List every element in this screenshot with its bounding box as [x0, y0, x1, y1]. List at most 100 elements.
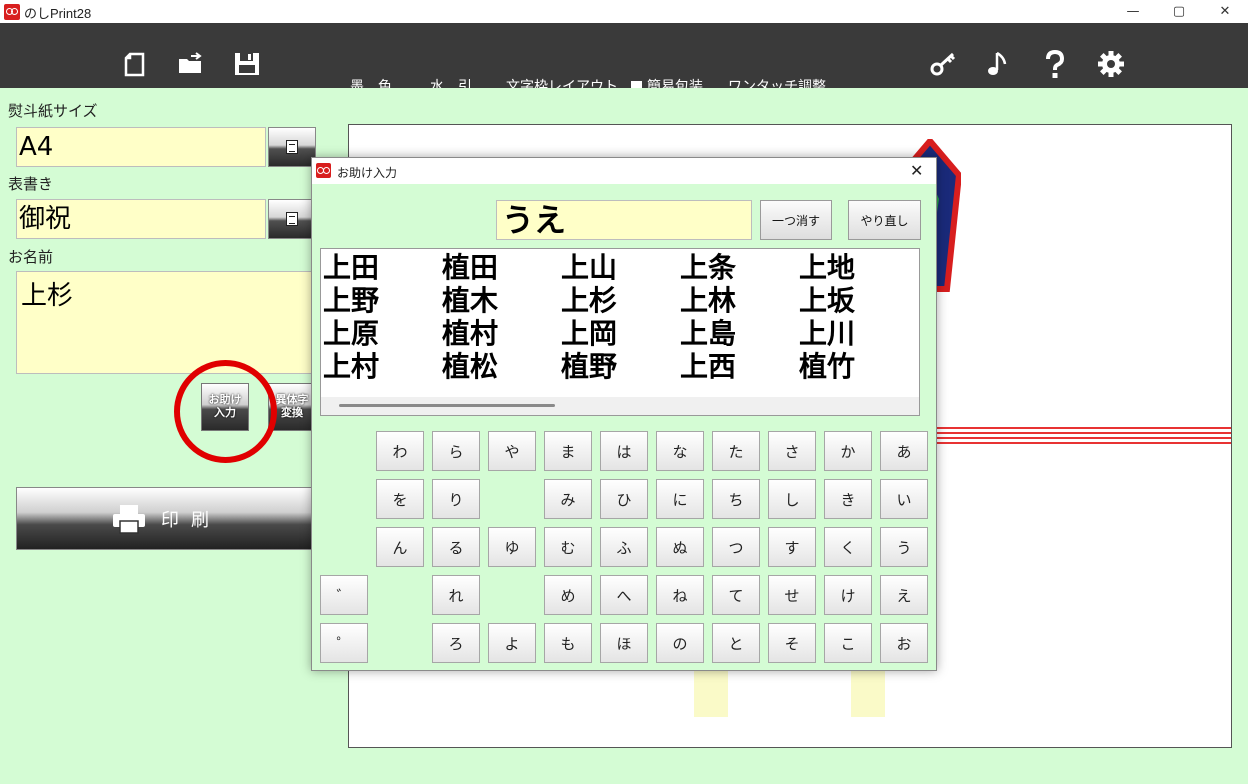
kana-key[interactable]: け [824, 575, 872, 615]
left-panel: 熨斗紙サイズ A4 表書き 御祝 お名前 上杉 お助け 入力 異体字 変換 印刷 [0, 88, 333, 784]
kana-key[interactable]: て [712, 575, 760, 615]
kana-key[interactable]: い [880, 479, 928, 519]
kana-key[interactable]: そ [768, 623, 816, 663]
kana-key[interactable]: よ [488, 623, 536, 663]
list-icon [286, 212, 298, 226]
candidate-word[interactable]: 植木 [442, 284, 561, 317]
kana-key[interactable]: ら [432, 431, 480, 471]
candidate-word[interactable]: 上地 [799, 251, 918, 284]
size-field[interactable]: A4 [16, 127, 266, 167]
kana-key[interactable]: え [880, 575, 928, 615]
kana-key[interactable]: ぬ [656, 527, 704, 567]
new-document-icon[interactable] [121, 49, 151, 79]
kana-key[interactable]: ろ [432, 623, 480, 663]
kana-key[interactable]: ひ [600, 479, 648, 519]
kana-key[interactable]: な [656, 431, 704, 471]
kana-key[interactable]: お [880, 623, 928, 663]
kana-key[interactable]: き [824, 479, 872, 519]
candidate-scrollbar[interactable] [321, 397, 919, 415]
kana-key[interactable]: ね [656, 575, 704, 615]
open-folder-icon[interactable] [176, 49, 206, 79]
kana-key[interactable]: わ [376, 431, 424, 471]
save-icon[interactable] [232, 49, 262, 79]
key-icon[interactable] [928, 49, 958, 79]
kana-key[interactable]: ま [544, 431, 592, 471]
kana-key[interactable]: あ [880, 431, 928, 471]
kana-key[interactable]: ん [376, 527, 424, 567]
candidate-word[interactable]: 上林 [680, 284, 799, 317]
kana-key[interactable]: ゆ [488, 527, 536, 567]
candidate-word[interactable]: 上条 [680, 251, 799, 284]
kana-key[interactable]: る [432, 527, 480, 567]
kana-key[interactable]: も [544, 623, 592, 663]
print-button[interactable]: 印刷 [16, 487, 316, 550]
kana-key[interactable]: り [432, 479, 480, 519]
kana-key[interactable]: に [656, 479, 704, 519]
kana-key[interactable]: を [376, 479, 424, 519]
candidate-word[interactable]: 上田 [323, 251, 442, 284]
redo-button[interactable]: やり直し [848, 200, 921, 240]
candidate-word[interactable]: 上岡 [561, 317, 680, 350]
candidate-word[interactable]: 上西 [680, 350, 799, 383]
candidate-word[interactable]: 植野 [561, 350, 680, 383]
delete-one-button[interactable]: 一つ消す [760, 200, 832, 240]
help-icon[interactable] [1040, 49, 1070, 79]
scrollbar-thumb[interactable] [339, 404, 555, 407]
kana-key[interactable]: く [824, 527, 872, 567]
kana-key[interactable]: こ [824, 623, 872, 663]
kana-key[interactable]: と [712, 623, 760, 663]
toolbar: 墨 色 水 引 文字枠レイアウト 簡易包装 ワンタッチ調整 [0, 23, 1248, 95]
omote-field[interactable]: 御祝 [16, 199, 266, 239]
kana-key[interactable]: す [768, 527, 816, 567]
candidate-word[interactable]: 植竹 [799, 350, 918, 383]
kana-key[interactable]: む [544, 527, 592, 567]
size-label: 熨斗紙サイズ [8, 102, 98, 120]
candidate-word[interactable]: 上杉 [561, 284, 680, 317]
candidate-word[interactable]: 上坂 [799, 284, 918, 317]
candidate-word[interactable]: 植松 [442, 350, 561, 383]
maximize-button[interactable]: ▢ [1156, 0, 1202, 23]
minimize-button[interactable]: — [1110, 0, 1156, 23]
kana-key[interactable]: め [544, 575, 592, 615]
title-bar: のしPrint28 — ▢ ✕ [0, 0, 1248, 23]
kana-key[interactable]: せ [768, 575, 816, 615]
omote-list-button[interactable] [268, 199, 316, 239]
kana-key[interactable]: ほ [600, 623, 648, 663]
kana-key[interactable]: ふ [600, 527, 648, 567]
candidate-word[interactable]: 上島 [680, 317, 799, 350]
name-field[interactable]: 上杉 [16, 271, 316, 374]
gear-icon[interactable] [1096, 49, 1126, 79]
dialog-title: お助け入力 [337, 166, 398, 180]
app-logo-icon [316, 163, 331, 178]
kana-key[interactable]: し [768, 479, 816, 519]
kana-key[interactable]: や [488, 431, 536, 471]
dakuten-key[interactable]: ゛ [320, 575, 368, 615]
kana-key[interactable]: さ [768, 431, 816, 471]
reading-input[interactable]: うえ [496, 200, 752, 240]
candidate-word[interactable]: 上川 [799, 317, 918, 350]
print-label: 印刷 [161, 509, 221, 531]
music-note-icon[interactable] [984, 49, 1014, 79]
kana-key[interactable]: つ [712, 527, 760, 567]
kana-key[interactable]: ち [712, 479, 760, 519]
candidate-word[interactable]: 植村 [442, 317, 561, 350]
candidate-word[interactable]: 上野 [323, 284, 442, 317]
handakuten-key[interactable]: ゜ [320, 623, 368, 663]
dialog-title-bar: お助け入力 ✕ [312, 158, 936, 184]
list-icon [286, 140, 298, 154]
kana-key[interactable]: か [824, 431, 872, 471]
candidate-word[interactable]: 上村 [323, 350, 442, 383]
kana-key[interactable]: は [600, 431, 648, 471]
candidate-word[interactable]: 植田 [442, 251, 561, 284]
candidate-word[interactable]: 上原 [323, 317, 442, 350]
kana-key[interactable]: み [544, 479, 592, 519]
candidate-word[interactable]: 上山 [561, 251, 680, 284]
close-button[interactable]: ✕ [1202, 0, 1248, 23]
dialog-close-icon[interactable]: ✕ [910, 161, 923, 180]
kana-key[interactable]: の [656, 623, 704, 663]
kana-key[interactable]: へ [600, 575, 648, 615]
kana-key[interactable]: た [712, 431, 760, 471]
kana-key[interactable]: う [880, 527, 928, 567]
kana-key[interactable]: れ [432, 575, 480, 615]
size-list-button[interactable] [268, 127, 316, 167]
